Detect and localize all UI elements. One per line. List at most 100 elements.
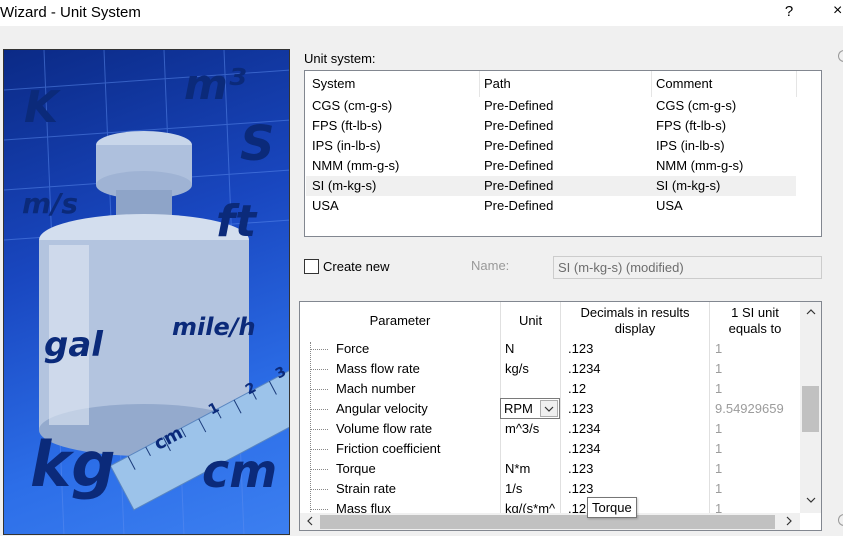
parameter-si-equals: 1 [715, 381, 723, 396]
parameter-decimals[interactable]: .123 [568, 481, 593, 496]
scroll-up-icon[interactable] [800, 304, 821, 321]
parameter-name: Mass flow rate [336, 361, 420, 376]
table-row[interactable]: Torque N*m .123 1 [300, 459, 800, 479]
list-item[interactable]: FPS (ft-lb-s) Pre-Defined FPS (ft-lb-s) [306, 116, 796, 136]
parameter-decimals[interactable]: .123 [568, 341, 593, 356]
system-path: Pre-Defined [484, 98, 554, 113]
unit-system-illustration: K m³ S m/s ft gal mile/h kg cm cm 1 2 3 [3, 49, 290, 535]
system-comment: FPS (ft-lb-s) [656, 118, 727, 133]
edge-scroll-indicator [838, 514, 843, 526]
system-name: SI (m-kg-s) [312, 178, 377, 193]
parameter-si-equals: 1 [715, 481, 723, 496]
system-path: Pre-Defined [484, 178, 554, 193]
tree-branch [310, 369, 328, 370]
unit-word-k: K [24, 82, 59, 133]
unit-word-gal: gal [44, 325, 103, 365]
system-path: Pre-Defined [484, 158, 554, 173]
list-item-selected[interactable]: SI (m-kg-s) Pre-Defined SI (m-kg-s) [306, 176, 796, 196]
list-item[interactable]: USA Pre-Defined USA [306, 196, 796, 216]
chevron-down-icon[interactable] [540, 400, 558, 417]
parameter-name: Force [336, 341, 370, 356]
parameter-name: Volume flow rate [336, 421, 433, 436]
parameter-decimals[interactable]: .1234 [568, 421, 601, 436]
unit-word-ms: m/s [22, 187, 79, 220]
table-row[interactable]: Friction coefficient .1234 1 [300, 439, 800, 459]
system-name: NMM (mm-g-s) [312, 158, 400, 173]
column-separator[interactable] [796, 71, 797, 97]
column-separator[interactable] [479, 71, 480, 97]
parameter-decimals[interactable]: .1234 [568, 441, 601, 456]
column-header-comment[interactable]: Comment [656, 76, 712, 91]
tree-branch [310, 469, 328, 470]
parameter-unit[interactable]: m^3/s [505, 421, 557, 436]
table-row[interactable]: Force N .123 1 [300, 339, 800, 359]
column-header-parameter[interactable]: Parameter [300, 302, 500, 340]
parameter-decimals[interactable]: .1234 [568, 361, 601, 376]
tree-branch [310, 349, 328, 350]
system-name: CGS (cm-g-s) [312, 98, 393, 113]
list-item[interactable]: IPS (in-lb-s) Pre-Defined IPS (in-lb-s) [306, 136, 796, 156]
close-button[interactable]: × [833, 2, 843, 20]
table-row[interactable]: Strain rate 1/s .123 1 [300, 479, 800, 499]
parameter-si-equals: 9.54929659 [715, 401, 784, 416]
table-row[interactable]: Volume flow rate m^3/s .1234 1 [300, 419, 800, 439]
horizontal-scrollbar[interactable] [300, 513, 800, 530]
unit-word-ft: ft [216, 196, 257, 247]
parameter-unit[interactable]: N*m [505, 461, 557, 476]
system-name: USA [312, 198, 339, 213]
vertical-scrollbar[interactable] [800, 302, 821, 513]
parameter-decimals[interactable]: .123 [568, 461, 593, 476]
table-row[interactable]: Mass flow rate kg/s .1234 1 [300, 359, 800, 379]
parameter-si-equals: 1 [715, 461, 723, 476]
list-item[interactable]: NMM (mm-g-s) Pre-Defined NMM (mm-g-s) [306, 156, 796, 176]
parameter-name: Torque [336, 461, 376, 476]
system-comment: IPS (in-lb-s) [656, 138, 725, 153]
list-item[interactable]: CGS (cm-g-s) Pre-Defined CGS (cm-g-s) [306, 96, 796, 116]
parameter-decimals[interactable]: .123 [568, 401, 593, 416]
parameter-name: Mach number [336, 381, 416, 396]
unit-word-mileh: mile/h [172, 313, 256, 341]
column-header-si-equals[interactable]: 1 SI unit equals to [710, 302, 800, 340]
unit-word-cm: cm [202, 444, 278, 498]
scroll-right-icon[interactable] [780, 513, 798, 530]
tree-branch [310, 429, 328, 430]
parameter-unit[interactable]: kg/s [505, 361, 557, 376]
scroll-left-icon[interactable] [301, 513, 319, 530]
tree-branch [310, 409, 328, 410]
parameter-name: Friction coefficient [336, 441, 441, 456]
create-new-label[interactable]: Create new [323, 259, 389, 274]
column-header-unit[interactable]: Unit [501, 302, 560, 340]
unit-system-label: Unit system: [304, 51, 376, 66]
table-row-editing[interactable]: Angular velocity RPM .123 9.54929659 [300, 398, 800, 419]
unit-word-s: S [240, 116, 275, 172]
help-button[interactable]: ? [783, 3, 795, 20]
tree-branch [310, 489, 328, 490]
system-path: Pre-Defined [484, 138, 554, 153]
column-separator[interactable] [651, 71, 652, 97]
parameter-grid[interactable]: Parameter Unit Decimals in results displ… [299, 301, 822, 531]
parameter-unit[interactable]: 1/s [505, 481, 557, 496]
name-field[interactable]: SI (m-kg-s) (modified) [553, 256, 822, 279]
horizontal-scroll-thumb[interactable] [320, 515, 775, 529]
parameter-name: Strain rate [336, 481, 396, 496]
unit-system-list[interactable]: System Path Comment CGS (cm-g-s) Pre-Def… [304, 70, 822, 237]
column-header-decimals[interactable]: Decimals in results display [561, 302, 709, 340]
title-bar: Wizard - Unit System ? × [0, 0, 843, 26]
scroll-down-icon[interactable] [800, 492, 821, 509]
unit-word-kg: kg [30, 428, 116, 501]
unit-dropdown[interactable]: RPM [500, 398, 560, 419]
parameter-unit[interactable]: N [505, 341, 557, 356]
system-path: Pre-Defined [484, 198, 554, 213]
system-path: Pre-Defined [484, 118, 554, 133]
parameter-decimals[interactable]: .12 [568, 381, 586, 396]
name-label: Name: [471, 258, 510, 273]
tree-branch [310, 449, 328, 450]
column-header-path[interactable]: Path [484, 76, 511, 91]
parameter-si-equals: 1 [715, 361, 723, 376]
parameter-name: Angular velocity [336, 401, 428, 416]
create-new-checkbox[interactable] [304, 259, 319, 274]
vertical-scroll-thumb[interactable] [802, 386, 819, 432]
column-header-system[interactable]: System [312, 76, 355, 91]
parameter-grid-header: Parameter Unit Decimals in results displ… [300, 302, 800, 340]
table-row[interactable]: Mach number .12 1 [300, 379, 800, 399]
